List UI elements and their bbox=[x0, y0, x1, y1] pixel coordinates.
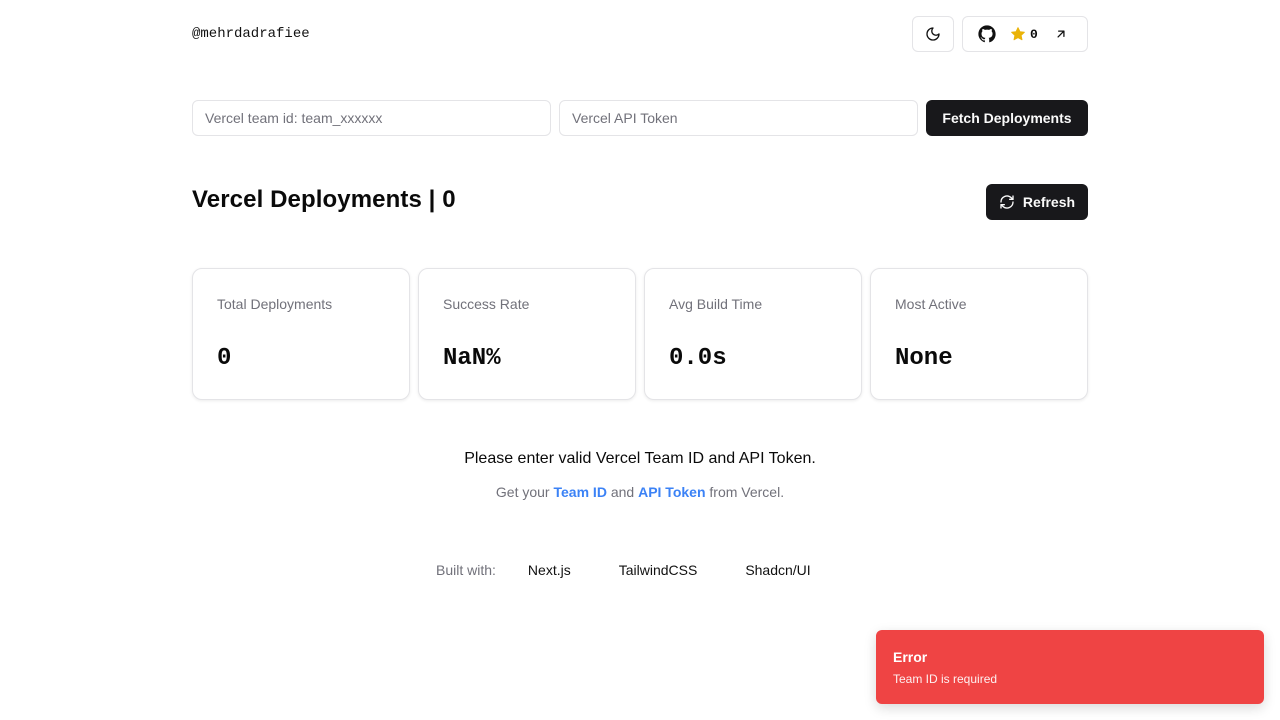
github-icon bbox=[978, 25, 996, 43]
help-prefix: Get your bbox=[495, 484, 550, 500]
toast-title: Error bbox=[893, 649, 928, 665]
fetch-deployments-button[interactable]: Fetch Deployments bbox=[926, 100, 1088, 136]
stat-card-avg-build-time: Avg Build Time 0.0s bbox=[644, 268, 862, 400]
username: @mehrdadrafiee bbox=[192, 26, 310, 42]
stat-card-total-deployments: Total Deployments 0 bbox=[192, 268, 410, 400]
stats-grid: Total Deployments 0 Success Rate NaN% Av… bbox=[192, 268, 1088, 400]
refresh-button[interactable]: Refresh bbox=[986, 184, 1088, 220]
refresh-icon bbox=[1000, 195, 1014, 209]
stat-label: Most Active bbox=[895, 296, 967, 312]
tech-shadcn: Shadcn/UI bbox=[745, 562, 811, 578]
stat-value: 0.0s bbox=[669, 345, 727, 372]
stat-label: Success Rate bbox=[443, 296, 530, 312]
team-id-link[interactable]: Team ID bbox=[554, 484, 607, 500]
help-and: and bbox=[610, 484, 635, 500]
api-token-input[interactable] bbox=[559, 100, 918, 136]
stat-label: Total Deployments bbox=[217, 296, 333, 312]
stat-card-most-active: Most Active None bbox=[870, 268, 1088, 400]
empty-state-message: Please enter valid Vercel Team ID and AP… bbox=[464, 450, 816, 467]
team-id-input[interactable] bbox=[192, 100, 551, 136]
arrow-up-right-icon bbox=[1057, 30, 1065, 38]
github-link-button[interactable]: 0 bbox=[962, 16, 1088, 52]
toast-description: Team ID is required bbox=[893, 672, 998, 686]
moon-icon bbox=[926, 27, 940, 41]
star-icon bbox=[1011, 27, 1025, 41]
api-token-link[interactable]: API Token bbox=[638, 484, 705, 500]
star-count-group: 0 bbox=[1010, 26, 1038, 42]
help-suffix: from Vercel. bbox=[709, 484, 785, 500]
built-with-label: Built with: bbox=[436, 562, 496, 578]
stat-card-success-rate: Success Rate NaN% bbox=[418, 268, 636, 400]
theme-toggle-button[interactable] bbox=[912, 16, 954, 52]
refresh-label: Refresh bbox=[1022, 194, 1076, 210]
tech-tailwindcss: TailwindCSS bbox=[618, 562, 698, 578]
star-count: 0 bbox=[1030, 26, 1038, 42]
error-toast[interactable]: Error Team ID is required bbox=[876, 630, 1264, 704]
header: @mehrdadrafiee 0 bbox=[192, 16, 1088, 52]
built-with-footer: Built with: Next.js TailwindCSS Shadcn/U… bbox=[436, 562, 827, 578]
page-title: Vercel Deployments | 0 bbox=[192, 186, 456, 213]
help-text: Get your Team ID and API Token from Verc… bbox=[192, 484, 1088, 500]
stat-value: 0 bbox=[217, 345, 232, 372]
stat-value: NaN% bbox=[443, 345, 501, 372]
stat-value: None bbox=[895, 345, 953, 372]
tech-nextjs: Next.js bbox=[527, 562, 571, 578]
stat-label: Avg Build Time bbox=[669, 296, 763, 312]
credentials-form: Fetch Deployments bbox=[192, 100, 1088, 136]
